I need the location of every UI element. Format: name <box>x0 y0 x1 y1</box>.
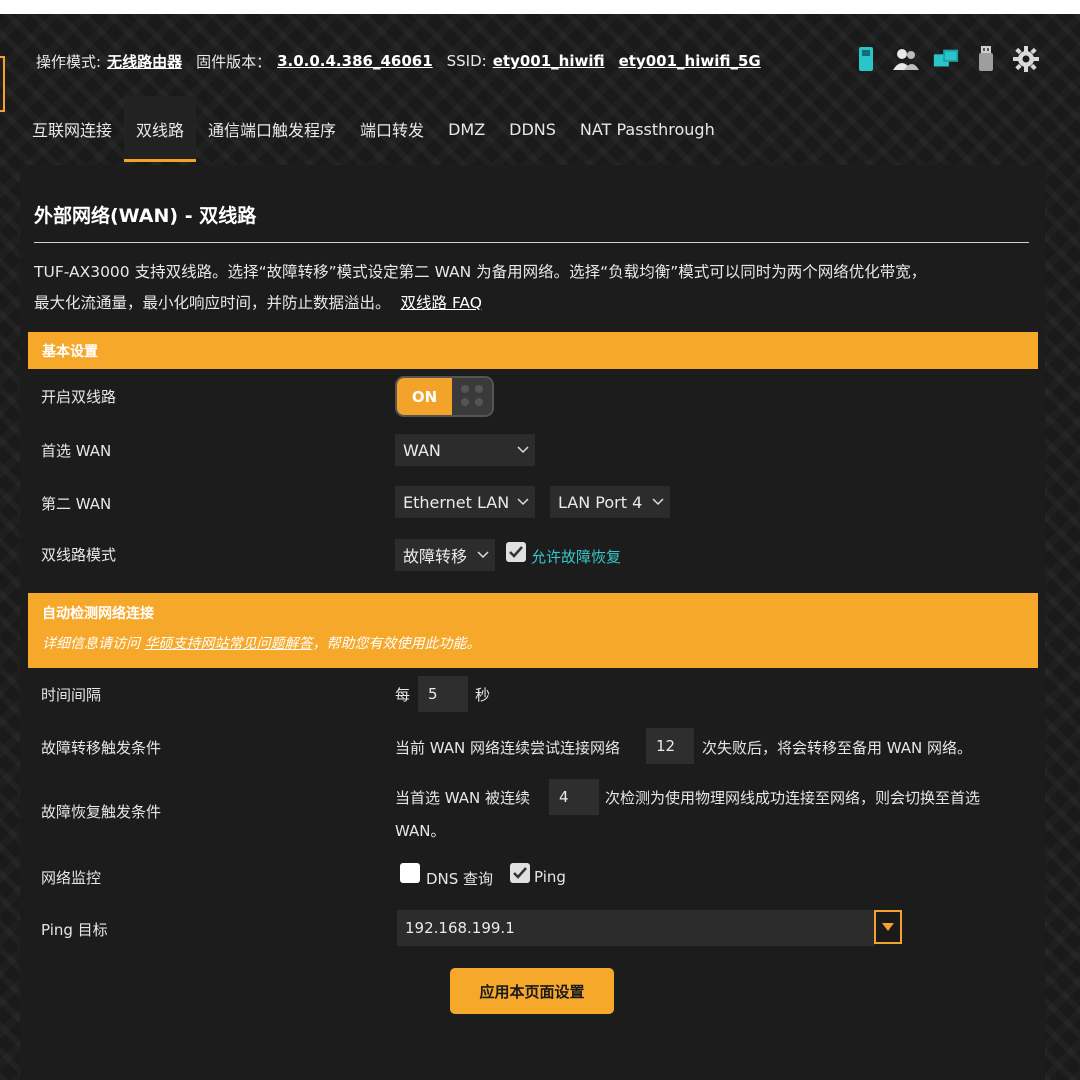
interval-prefix: 每 <box>395 686 411 704</box>
network-devices-icon[interactable] <box>932 44 960 74</box>
allow-failback-checkbox[interactable] <box>506 542 526 562</box>
ping-checkbox[interactable] <box>510 863 530 883</box>
tab-dual-wan[interactable]: 双线路 <box>124 96 197 162</box>
tab-internet-connection[interactable]: 互联网连接 <box>20 96 124 162</box>
status-icons <box>852 44 1040 74</box>
auto-detect-subtitle: 详细信息请访问 华硕支持网站常见问题解答，帮助您有效使用此功能。 <box>42 636 481 652</box>
secondary-wan-port-value: LAN Port 4 <box>558 492 643 512</box>
failback-prefix: 当首选 WAN 被连续 <box>395 789 531 807</box>
left-edge-marker <box>0 56 5 112</box>
ping-target-label: Ping 目标 <box>41 921 108 939</box>
status-bar: 操作模式: 无线路由器 固件版本： 3.0.0.4.386_46061 SSID… <box>36 48 775 74</box>
secondary-wan-select[interactable]: Ethernet LAN <box>395 486 535 518</box>
tab-ddns[interactable]: DDNS <box>497 96 568 162</box>
tab-port-trigger[interactable]: 通信端口触发程序 <box>196 96 348 162</box>
ssid-24g-link[interactable]: ety001_hiwifi <box>493 52 605 70</box>
primary-wan-select[interactable]: WAN <box>395 434 535 466</box>
tab-nat-passthrough[interactable]: NAT Passthrough <box>568 96 727 162</box>
dns-query-checkbox[interactable] <box>400 863 420 883</box>
interval-input[interactable]: 5 <box>418 676 468 712</box>
tab-dmz[interactable]: DMZ <box>436 96 497 162</box>
apply-settings-button[interactable]: 应用本页面设置 <box>450 968 614 1014</box>
description-line-2: 最大化流通量，最小化响应时间，并防止数据溢出。 双线路 FAQ <box>34 294 482 312</box>
sim-card-icon[interactable] <box>852 44 880 74</box>
failback-trigger-label: 故障恢复触发条件 <box>41 803 162 821</box>
enable-dual-wan-label: 开启双线路 <box>41 388 117 406</box>
settings-icon[interactable] <box>1012 44 1040 74</box>
basic-settings-title: 基本设置 <box>42 343 98 360</box>
chevron-down-icon <box>652 498 664 506</box>
mode-value-link[interactable]: 无线路由器 <box>107 51 182 72</box>
dual-wan-faq-link[interactable]: 双线路 FAQ <box>401 294 482 312</box>
basic-settings-header: 基本设置 <box>28 332 1038 369</box>
top-border <box>0 0 1080 14</box>
usb-icon[interactable] <box>972 44 1000 74</box>
auto-detect-header: 自动检测网络连接 详细信息请访问 华硕支持网站常见问题解答，帮助您有效使用此功能… <box>28 593 1038 668</box>
secondary-wan-label: 第二 WAN <box>41 495 112 513</box>
interval-suffix: 秒 <box>475 686 491 704</box>
page-title: 外部网络(WAN) - 双线路 <box>34 205 257 227</box>
chevron-down-icon <box>477 551 489 559</box>
checkmark-icon <box>513 867 527 879</box>
dns-query-label: DNS 查询 <box>426 870 494 888</box>
tab-port-forwarding[interactable]: 端口转发 <box>348 96 436 162</box>
triangle-down-icon <box>882 923 894 931</box>
dual-wan-mode-value: 故障转移 <box>403 547 468 566</box>
secondary-wan-port-select[interactable]: LAN Port 4 <box>550 486 670 518</box>
secondary-wan-value: Ethernet LAN <box>403 492 510 512</box>
enable-dual-wan-toggle[interactable]: ON <box>395 376 494 417</box>
interval-label: 时间间隔 <box>41 686 102 704</box>
ssid-5g-link[interactable]: ety001_hiwifi_5G <box>619 52 761 70</box>
failover-suffix: 次失败后，将会转移至备用 WAN 网络。 <box>702 739 973 757</box>
dual-wan-mode-select[interactable]: 故障转移 <box>395 539 495 571</box>
ping-target-dropdown-button[interactable] <box>874 910 902 944</box>
toggle-on-text: ON <box>397 378 452 415</box>
auto-detect-title: 自动检测网络连接 <box>42 606 154 622</box>
firmware-label: 固件版本： <box>196 52 272 71</box>
chevron-down-icon <box>517 498 529 506</box>
failover-count-input[interactable]: 12 <box>646 728 694 764</box>
allow-failback-label[interactable]: 允许故障恢复 <box>531 546 621 567</box>
dual-wan-mode-label: 双线路模式 <box>41 546 117 564</box>
failback-count-input[interactable]: 4 <box>549 779 599 815</box>
failback-suffix-line-2: WAN。 <box>395 822 446 840</box>
chevron-down-icon <box>517 446 529 454</box>
ping-label: Ping <box>534 868 566 886</box>
ssid-label: SSID: <box>446 52 487 70</box>
firmware-value-link[interactable]: 3.0.0.4.386_46061 <box>277 52 433 70</box>
checkmark-icon <box>509 546 523 558</box>
page-description: TUF-AX3000 支持双线路。选择“故障转移”模式设定第二 WAN 为备用网… <box>34 257 1034 319</box>
network-monitor-label: 网络监控 <box>41 869 102 887</box>
primary-wan-value: WAN <box>403 440 441 460</box>
asus-faq-link[interactable]: 华硕支持网站常见问题解答 <box>144 636 312 652</box>
toggle-knob <box>452 378 492 415</box>
ping-target-input[interactable]: 192.168.199.1 <box>397 910 875 946</box>
primary-wan-label: 首选 WAN <box>41 442 112 460</box>
failback-suffix: 次检测为使用物理网线成功连接至网络，则会切换至首选 <box>605 789 981 807</box>
users-icon[interactable] <box>892 44 920 74</box>
failover-trigger-label: 故障转移触发条件 <box>41 739 162 757</box>
tab-bar: 互联网连接 双线路 通信端口触发程序 端口转发 DMZ DDNS NAT Pas… <box>20 96 727 162</box>
description-line-1: TUF-AX3000 支持双线路。选择“故障转移”模式设定第二 WAN 为备用网… <box>34 263 927 281</box>
mode-label: 操作模式: <box>36 52 102 71</box>
failover-prefix: 当前 WAN 网络连续尝试连接网络 <box>395 739 621 757</box>
main-panel: 外部网络(WAN) - 双线路 TUF-AX3000 支持双线路。选择“故障转移… <box>20 165 1045 1080</box>
title-divider <box>34 242 1029 243</box>
